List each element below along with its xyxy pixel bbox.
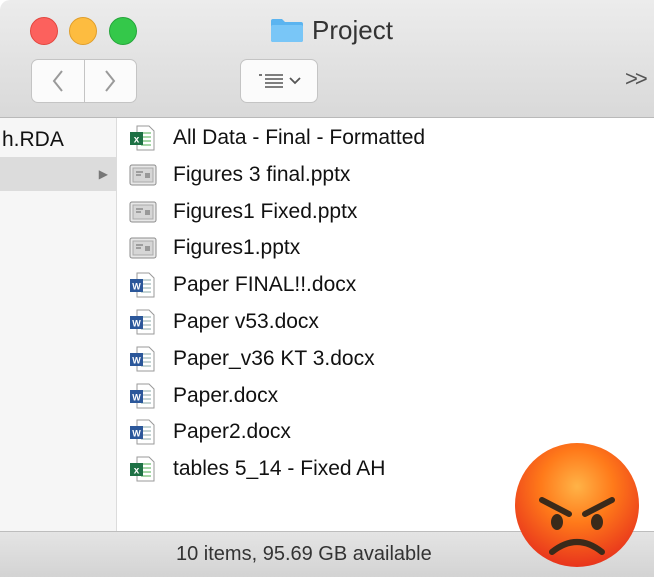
word-icon: W (129, 383, 155, 414)
finder-window: Project >> h.RDA ▶ x All Data - Final - … (0, 0, 654, 577)
excel-icon: x (129, 456, 155, 487)
sidebar: h.RDA ▶ (0, 118, 117, 531)
view-options-button[interactable] (240, 59, 318, 103)
sidebar-item-selected[interactable]: ▶ (0, 157, 116, 191)
minimize-window-button[interactable] (69, 17, 97, 45)
zoom-window-button[interactable] (109, 17, 137, 45)
word-icon: W (129, 309, 155, 340)
chevron-right-icon (105, 70, 116, 92)
file-name: Figures1.pptx (173, 236, 301, 260)
chevron-left-icon (52, 70, 63, 92)
disclosure-arrow-icon: ▶ (98, 167, 108, 181)
list-view-icon (259, 74, 283, 88)
file-row[interactable]: Figures1.pptx (117, 230, 654, 266)
svg-text:W: W (132, 355, 141, 365)
folder-icon (271, 19, 303, 42)
excel-icon: x (129, 125, 155, 156)
file-row[interactable]: Figures1 Fixed.pptx (117, 194, 654, 230)
file-row[interactable]: x All Data - Final - Formatted (117, 120, 654, 156)
navigation-button-group (31, 59, 137, 103)
back-button[interactable] (32, 60, 84, 102)
word-icon: W (129, 272, 155, 303)
file-name: Paper2.docx (173, 420, 291, 444)
close-window-button[interactable] (30, 17, 58, 45)
title-bar: Project >> (0, 0, 654, 118)
file-row[interactable]: W Paper v53.docx (117, 304, 654, 340)
toolbar-overflow-button[interactable]: >> (625, 66, 648, 92)
svg-text:W: W (132, 429, 141, 439)
file-name: Paper FINAL!!.docx (173, 273, 357, 297)
window-title-text: Project (312, 14, 393, 45)
file-name: Paper_v36 KT 3.docx (173, 346, 375, 370)
svg-text:W: W (132, 392, 141, 402)
file-row[interactable]: W Paper FINAL!!.docx (117, 267, 654, 303)
file-name: Paper.docx (173, 383, 279, 407)
presentation-icon (129, 162, 157, 193)
word-icon: W (129, 419, 155, 450)
svg-text:x: x (134, 466, 140, 477)
word-icon: W (129, 346, 155, 377)
svg-text:W: W (132, 319, 141, 329)
status-text: 10 items, 95.69 GB available (176, 543, 432, 565)
file-row[interactable]: W Paper.docx (117, 378, 654, 414)
chevron-down-icon (289, 77, 301, 85)
file-name: tables 5_14 - Fixed AH (173, 457, 386, 481)
presentation-icon (129, 199, 157, 230)
presentation-icon (129, 235, 157, 266)
sidebar-item-rda[interactable]: h.RDA (0, 123, 116, 157)
file-name: Figures 3 final.pptx (173, 162, 351, 186)
file-row[interactable]: W Paper_v36 KT 3.docx (117, 341, 654, 377)
svg-text:W: W (132, 282, 141, 292)
forward-button[interactable] (83, 60, 137, 102)
file-name: All Data - Final - Formatted (173, 126, 426, 149)
sidebar-item-label: h.RDA (2, 128, 64, 151)
file-row[interactable]: Figures 3 final.pptx (117, 157, 654, 193)
angry-face-icon (515, 443, 639, 567)
svg-text:x: x (134, 135, 140, 146)
file-name: Paper v53.docx (173, 310, 319, 333)
file-name: Figures1 Fixed.pptx (173, 199, 358, 223)
window-title: Project (270, 14, 393, 46)
